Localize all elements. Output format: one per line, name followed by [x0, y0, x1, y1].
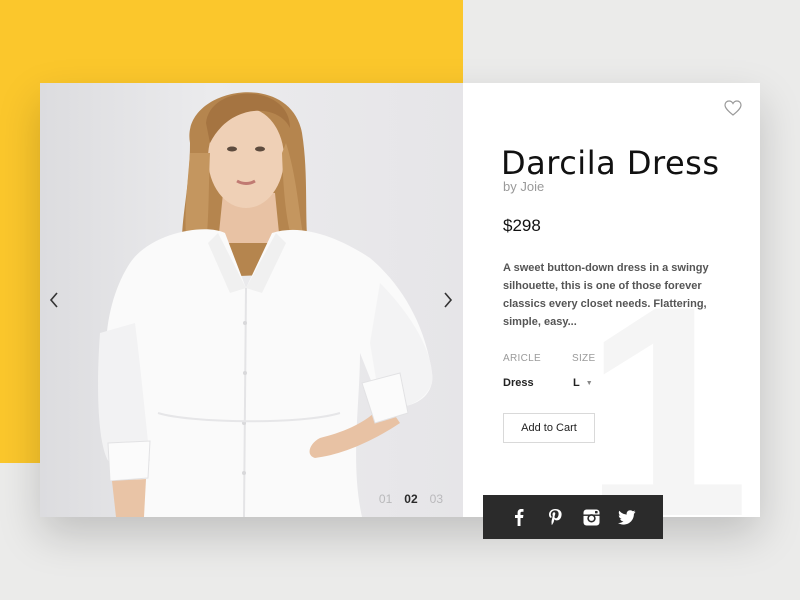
chevron-right-icon: [444, 292, 453, 308]
product-card: 01 02 03 1 Darcila Dress by Joie $298 A …: [40, 83, 760, 517]
next-image-button[interactable]: [438, 289, 458, 311]
favorite-button[interactable]: [724, 100, 742, 121]
gallery-page-03[interactable]: 03: [430, 492, 443, 506]
product-description: A sweet button-down dress in a swingy si…: [503, 262, 709, 328]
gallery-page-02[interactable]: 02: [404, 492, 417, 506]
twitter-icon[interactable]: [618, 508, 636, 526]
size-select[interactable]: L ▼: [573, 377, 593, 389]
product-photo: 01 02 03: [40, 83, 463, 517]
pinterest-icon[interactable]: [546, 508, 564, 526]
product-price: $298: [503, 216, 541, 235]
chevron-left-icon: [49, 292, 58, 308]
model-illustration: [98, 92, 433, 517]
size-value: L: [573, 377, 580, 389]
size-label: SIZE: [572, 353, 596, 364]
article-value: Dress: [503, 377, 534, 389]
article-label: ARICLE: [503, 353, 541, 364]
gallery-page-01[interactable]: 01: [379, 492, 392, 506]
social-share-bar: [483, 495, 663, 539]
heart-icon: [724, 100, 742, 116]
gallery-pagination: 01 02 03: [379, 492, 443, 506]
caret-down-icon: ▼: [585, 379, 593, 387]
product-title: Darcila Dress: [501, 144, 720, 182]
facebook-icon[interactable]: [510, 508, 528, 526]
product-details: 1 Darcila Dress by Joie $298 A sweet but…: [463, 83, 760, 517]
instagram-icon[interactable]: [582, 508, 600, 526]
add-to-cart-button[interactable]: Add to Cart: [503, 413, 595, 443]
product-brand: by Joie: [503, 179, 545, 194]
previous-image-button[interactable]: [44, 289, 64, 311]
